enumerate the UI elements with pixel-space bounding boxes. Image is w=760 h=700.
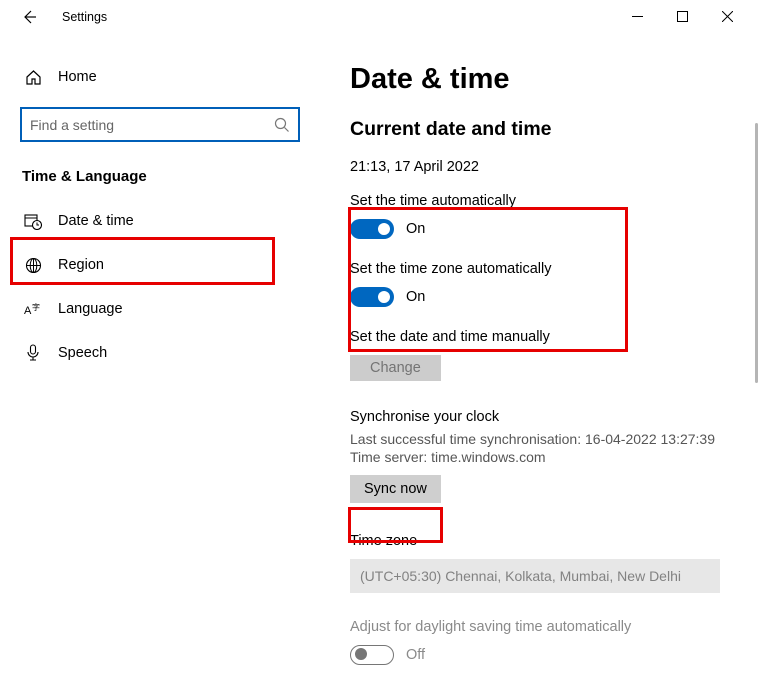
microphone-icon <box>22 344 44 362</box>
home-icon <box>22 69 44 86</box>
label-auto-time: Set the time automatically <box>350 193 760 209</box>
svg-text:A: A <box>24 305 32 317</box>
maximize-button[interactable] <box>660 0 705 33</box>
sidebar-home-label: Home <box>58 69 97 85</box>
close-button[interactable] <box>705 0 750 33</box>
sidebar-item-date-time[interactable]: Date & time <box>0 199 320 243</box>
app-title: Settings <box>62 10 107 24</box>
toggle-auto-time-state: On <box>406 221 425 237</box>
toggle-dst-state: Off <box>406 647 425 663</box>
label-last-sync: Last successful time synchronisation: 16… <box>350 431 760 447</box>
sidebar-item-speech[interactable]: Speech <box>0 331 320 375</box>
minimize-button[interactable] <box>615 0 660 33</box>
page-title: Date & time <box>350 63 760 96</box>
sync-now-button[interactable]: Sync now <box>350 475 441 503</box>
titlebar: Settings <box>0 0 760 33</box>
timezone-value: (UTC+05:30) Chennai, Kolkata, Mumbai, Ne… <box>360 568 681 584</box>
toggle-auto-time[interactable] <box>350 219 394 239</box>
search-input[interactable] <box>30 117 274 133</box>
sidebar-item-label: Speech <box>58 345 107 361</box>
toggle-auto-timezone[interactable] <box>350 287 394 307</box>
calendar-clock-icon <box>22 212 44 230</box>
section-current: Current date and time <box>350 118 760 141</box>
label-timezone-title: Time zone <box>350 533 760 549</box>
sidebar-item-label: Region <box>58 257 104 273</box>
globe-icon <box>22 257 44 274</box>
label-auto-timezone: Set the time zone automatically <box>350 261 760 277</box>
sidebar-home[interactable]: Home <box>0 57 320 97</box>
label-time-server: Time server: time.windows.com <box>350 449 760 465</box>
change-button: Change <box>350 355 441 381</box>
sidebar-item-language[interactable]: A字 Language <box>0 287 320 331</box>
window-controls <box>615 0 760 33</box>
label-dst: Adjust for daylight saving time automati… <box>350 619 760 635</box>
svg-text:字: 字 <box>32 302 40 312</box>
close-icon <box>722 11 733 22</box>
sidebar-item-label: Date & time <box>58 213 134 229</box>
sidebar-item-region[interactable]: Region <box>0 243 320 287</box>
current-datetime: 21:13, 17 April 2022 <box>350 159 760 175</box>
back-button[interactable] <box>14 2 44 32</box>
label-set-manually: Set the date and time manually <box>350 329 760 345</box>
toggle-auto-timezone-state: On <box>406 289 425 305</box>
sidebar-category: Time & Language <box>0 142 320 199</box>
minimize-icon <box>632 11 643 22</box>
main-content: Date & time Current date and time 21:13,… <box>320 33 760 700</box>
maximize-icon <box>677 11 688 22</box>
language-icon: A字 <box>22 301 44 318</box>
arrow-left-icon <box>21 9 37 25</box>
search-box[interactable] <box>20 107 300 142</box>
sidebar: Home Time & Language Date & time Region <box>0 33 320 700</box>
toggle-dst <box>350 645 394 665</box>
timezone-select: (UTC+05:30) Chennai, Kolkata, Mumbai, Ne… <box>350 559 720 593</box>
sidebar-item-label: Language <box>58 301 123 317</box>
scrollbar[interactable] <box>755 123 758 383</box>
label-sync-title: Synchronise your clock <box>350 409 760 425</box>
search-icon <box>274 117 290 133</box>
